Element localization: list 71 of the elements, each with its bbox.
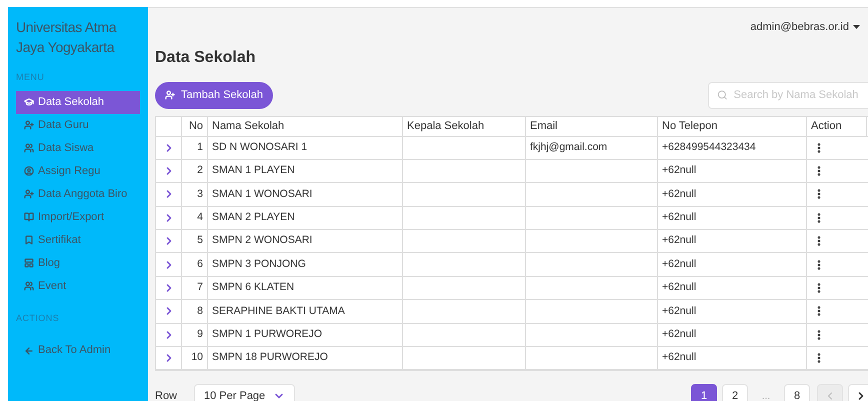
table-cell-text: SMPN 6 KLATEN bbox=[212, 280, 294, 296]
nav-item[interactable]: Back To Admin bbox=[16, 339, 140, 362]
table-cell-text: SMAN 2 PLAYEN bbox=[212, 210, 295, 225]
table-cell-text: SD N WONOSARI 1 bbox=[212, 140, 308, 155]
table-cell-text: +62null bbox=[662, 163, 696, 178]
column-header: Kepala Sekolah bbox=[403, 116, 526, 136]
section-heading: MENU bbox=[16, 71, 46, 84]
table-cell-text: 10 bbox=[191, 350, 203, 366]
nav-item[interactable]: Data Siswa bbox=[16, 136, 140, 160]
table-cell-text: +62null bbox=[662, 350, 696, 366]
column-header: Email bbox=[526, 116, 658, 136]
table-cell-text: fkjhj@gmail.com bbox=[530, 140, 608, 155]
table-cell-text: 8 bbox=[197, 304, 203, 319]
add-school-button[interactable]: Tambah Sekolah bbox=[155, 82, 273, 108]
column-header: No bbox=[182, 116, 208, 136]
table-cell-text: SMAN 1 WONOSARI bbox=[212, 186, 312, 202]
table-cell-text: SMAN 1 PLAYEN bbox=[212, 163, 295, 178]
table-cell-text: +62null bbox=[662, 233, 696, 248]
caret-down-icon bbox=[853, 25, 860, 30]
nav-item[interactable]: Data Anggota Biro bbox=[16, 182, 140, 206]
nav-item[interactable]: Blog bbox=[16, 252, 140, 274]
layout-icon bbox=[24, 258, 34, 268]
table-cell-text: +62null bbox=[662, 186, 696, 202]
user-plus-icon bbox=[165, 90, 175, 100]
table-cell-text: +62null bbox=[662, 280, 696, 296]
nav-item[interactable]: Sertifikat bbox=[16, 228, 140, 252]
nav-item[interactable]: Import/Export bbox=[16, 206, 140, 228]
table-cell-text: 7 bbox=[197, 280, 203, 296]
brand-title: Universitas Atma Jaya Yogyakarta bbox=[16, 18, 118, 57]
table-cell-text: SMPN 3 PONJONG bbox=[212, 256, 306, 272]
section-heading: ACTIONS bbox=[16, 312, 60, 324]
users-icon bbox=[24, 143, 34, 153]
table-cell-text: +628499544323434 bbox=[662, 140, 756, 155]
column-header: No Telepon bbox=[658, 116, 807, 136]
table-cell-text: 1 bbox=[197, 140, 203, 155]
search-icon bbox=[717, 89, 728, 101]
table-cell-text: SMPN 2 WONOSARI bbox=[212, 233, 312, 248]
users-icon bbox=[24, 281, 34, 291]
table-cell-text: +62null bbox=[662, 326, 696, 342]
book-icon bbox=[24, 212, 34, 222]
column-header: Nama Sekolah bbox=[208, 116, 403, 136]
table-cell-text: +62null bbox=[662, 256, 696, 272]
page-ellipsis: ... bbox=[760, 390, 772, 401]
page-button[interactable]: 1 bbox=[691, 384, 717, 401]
table-cell-text: SMPN 18 PURWOREJO bbox=[212, 350, 328, 366]
table-cell-text: SMPN 1 PURWOREJO bbox=[212, 326, 322, 342]
user-plus-icon bbox=[24, 120, 34, 130]
graduation-cap-icon bbox=[24, 97, 34, 107]
table-cell-text: 6 bbox=[197, 256, 203, 272]
table-cell-text: 3 bbox=[197, 186, 203, 202]
user-menu[interactable]: admin@bebras.or.id bbox=[750, 19, 860, 36]
table-cell-text: +62null bbox=[662, 210, 696, 225]
table-cell-text: 4 bbox=[197, 210, 203, 225]
table-cell-text: 9 bbox=[197, 326, 203, 342]
bookmark-icon bbox=[24, 235, 34, 245]
nav-item[interactable]: Event bbox=[16, 274, 140, 298]
page-button[interactable]: 8 bbox=[784, 384, 810, 401]
table-cell-text: +62null bbox=[662, 304, 696, 319]
page-button[interactable]: 2 bbox=[722, 384, 748, 401]
nav-item[interactable]: Assign Regu bbox=[16, 160, 140, 182]
nav-item[interactable]: Data Sekolah bbox=[16, 90, 140, 114]
user-plus-icon bbox=[24, 189, 34, 199]
table-cell-text: 2 bbox=[197, 163, 203, 178]
arrow-left-icon bbox=[24, 346, 34, 356]
nav-item[interactable]: Data Guru bbox=[16, 114, 140, 136]
rows-label: Row bbox=[155, 389, 178, 401]
user-circle-icon bbox=[24, 166, 34, 176]
table-cell-text: 5 bbox=[197, 233, 203, 248]
table-cell-text: SERAPHINE BAKTI UTAMA bbox=[212, 304, 345, 319]
page-title: Data Sekolah bbox=[155, 48, 256, 68]
column-header: Action bbox=[807, 116, 867, 136]
